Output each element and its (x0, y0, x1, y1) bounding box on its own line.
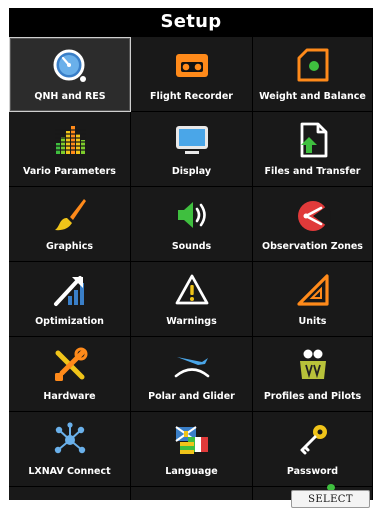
menu-tile-polar-and-glider[interactable]: Polar and Glider (131, 337, 253, 412)
menu-tile-optimization[interactable]: Optimization (9, 262, 131, 337)
warning-icon (172, 270, 212, 310)
tile-label: Hardware (43, 391, 96, 402)
key-icon (293, 420, 333, 460)
tile-label: Optimization (35, 316, 104, 327)
tile-label: LXNAV Connect (28, 466, 111, 477)
menu-tile-hardware[interactable]: Hardware (9, 337, 131, 412)
tile-label: Password (286, 466, 339, 477)
speaker-icon (172, 195, 212, 235)
menu-tile-display[interactable]: Display (131, 112, 253, 187)
file-upload-icon (293, 120, 333, 160)
tile-label: Graphics (46, 241, 93, 252)
tools-icon (50, 345, 90, 385)
menu-tile-lxnav-connect[interactable]: LXNAV Connect (9, 412, 131, 487)
glider-polar-icon (172, 345, 212, 385)
flags-icon (172, 420, 212, 460)
setup-screen: Setup QNH and RES Flight Recorder Weight… (9, 8, 373, 500)
tile-label: Weight and Balance (259, 91, 366, 102)
paintbrush-icon (50, 195, 90, 235)
tile-label: QNH and RES (34, 91, 106, 102)
vario-bars-icon (50, 120, 90, 160)
menu-tile-weight-and-balance[interactable]: Weight and Balance (253, 37, 373, 112)
tile-label: Sounds (171, 241, 212, 252)
partial-tile (9, 487, 131, 500)
tile-label: Display (171, 166, 212, 177)
tile-label: Observation Zones (262, 241, 363, 252)
pilots-icon (293, 345, 333, 385)
tile-label: Polar and Glider (148, 391, 235, 402)
menu-tile-profiles-and-pilots[interactable]: Profiles and Pilots (253, 337, 373, 412)
tile-label: Warnings (166, 316, 217, 327)
tile-label: Units (298, 316, 327, 327)
observation-zone-icon (293, 195, 333, 235)
cassette-icon (172, 45, 212, 85)
tile-label: Files and Transfer (264, 166, 361, 177)
menu-tile-observation-zones[interactable]: Observation Zones (253, 187, 373, 262)
menu-tile-units[interactable]: Units (253, 262, 373, 337)
triangle-ruler-icon (293, 270, 333, 310)
menu-tile-flight-recorder[interactable]: Flight Recorder (131, 37, 253, 112)
setup-menu-grid: QNH and RES Flight Recorder Weight and B… (9, 37, 373, 487)
menu-tile-qnh-and-res[interactable]: QNH and RES (9, 37, 131, 112)
weight-icon (293, 45, 333, 85)
monitor-icon (172, 120, 212, 160)
tile-label: Vario Parameters (23, 166, 116, 177)
menu-tile-warnings[interactable]: Warnings (131, 262, 253, 337)
menu-tile-vario-parameters[interactable]: Vario Parameters (9, 112, 131, 187)
select-button[interactable]: SELECT (291, 490, 370, 508)
menu-tile-files-and-transfer[interactable]: Files and Transfer (253, 112, 373, 187)
tile-label: Language (165, 466, 218, 477)
tile-label: Flight Recorder (150, 91, 233, 102)
chart-arrow-icon (50, 270, 90, 310)
page-title: Setup (160, 11, 222, 32)
menu-tile-password[interactable]: Password (253, 412, 373, 487)
menu-tile-language[interactable]: Language (131, 412, 253, 487)
gauge-icon (50, 46, 90, 86)
partial-tile (131, 487, 253, 500)
menu-tile-sounds[interactable]: Sounds (131, 187, 253, 262)
network-icon (50, 420, 90, 460)
menu-tile-graphics[interactable]: Graphics (9, 187, 131, 262)
tile-label: Profiles and Pilots (263, 391, 362, 402)
